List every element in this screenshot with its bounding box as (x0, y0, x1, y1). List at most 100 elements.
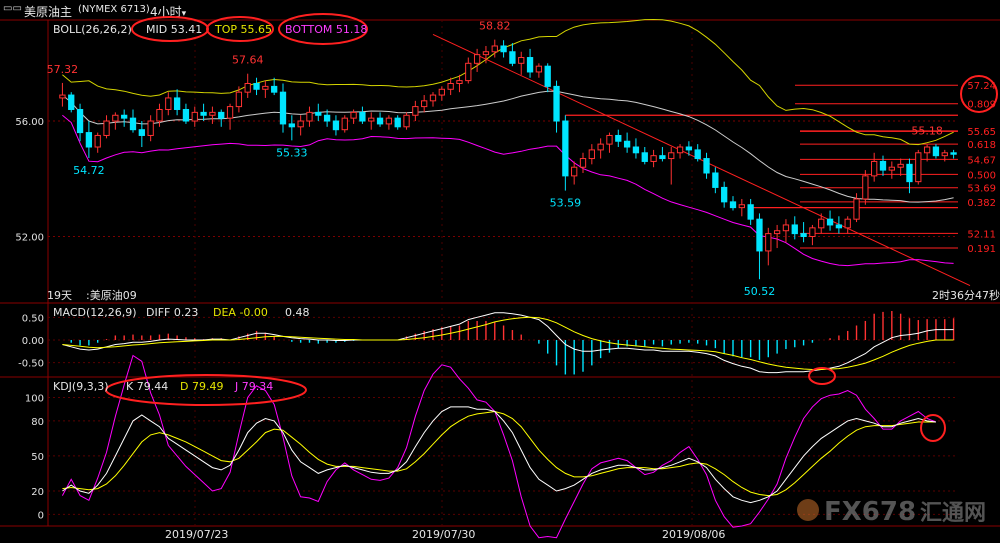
candle-body (535, 65, 543, 73)
candle-body (76, 108, 84, 134)
candle-body (897, 163, 904, 168)
candle-body (906, 163, 913, 183)
candle-body (932, 146, 940, 157)
candle-body (341, 117, 348, 131)
kdj-legend: KDJ(9,3,3) K 79.44 D 79.49 J 79.34 (53, 380, 273, 393)
candle-body (738, 204, 745, 209)
candle-body (121, 114, 128, 119)
kdj-tick-label: 80 (31, 417, 44, 428)
candle-body (606, 134, 613, 145)
candle-body (368, 117, 375, 122)
watermark-text-cn: 汇通网 (920, 501, 986, 526)
candle-body (279, 91, 287, 125)
candle-body (668, 152, 675, 160)
candle-body (491, 45, 498, 53)
watermark: FX678 汇通网 (797, 497, 986, 527)
macd-dea-line (62, 316, 954, 370)
candle-body (235, 91, 243, 108)
candle-body (165, 97, 172, 110)
boll-label: BOLL(26,26,2) (53, 23, 132, 36)
candle-body (756, 218, 763, 252)
candle-body (915, 152, 922, 183)
peak-label: 50.52 (744, 285, 776, 298)
candle-body (641, 152, 648, 162)
candle-body (765, 233, 772, 252)
candle-body (173, 97, 181, 110)
peak-label: 57.64 (232, 54, 264, 67)
candle-body (729, 201, 737, 209)
fib-level-label: 0.500 (967, 170, 996, 181)
peak-label: 55.33 (276, 146, 308, 159)
candle-body (871, 160, 878, 177)
candle-body (888, 166, 895, 171)
macd-legend: MACD(12,26,9) DIFF 0.23 DEA -0.00 0.48 (53, 306, 310, 319)
candle-body (94, 134, 101, 148)
kdj-j: J 79.34 (234, 380, 273, 393)
peak-label: 54.72 (73, 164, 105, 177)
boll-bottom-line (62, 114, 954, 267)
candle-body (835, 224, 843, 229)
candle-body (509, 51, 516, 64)
contract-label: :美原油09 (86, 288, 137, 302)
date-label-2: 2019/07/30 (412, 528, 475, 541)
candle-body (553, 85, 560, 122)
candle-body (826, 218, 834, 226)
candle-body (862, 175, 869, 200)
trend-line (432, 33, 971, 287)
candle-body (85, 132, 93, 148)
candle-body (923, 146, 931, 154)
candle-body (244, 83, 251, 93)
boll-top: TOP 55.65 (214, 23, 272, 36)
fib-levels: 57.24 0.809 55.65 0.618 54.67 0.500 53.69 0.382… (432, 33, 996, 287)
fib-level-label: 0.618 (967, 140, 996, 151)
candle-body (659, 155, 666, 160)
candle-body (59, 94, 66, 99)
date-label-1: 2019/07/23 (165, 528, 228, 541)
candle-body (103, 120, 110, 136)
macd-diff-line (62, 312, 954, 374)
candle-body (226, 106, 234, 119)
boll-mid: MID 53.41 (146, 23, 202, 36)
candle-body (200, 111, 207, 116)
candle-body (950, 152, 957, 155)
macd-dea: DEA -0.00 (213, 306, 268, 319)
candle-body (800, 233, 807, 237)
candle-body (685, 146, 693, 151)
candle-body (421, 100, 428, 108)
candle-body (359, 111, 366, 122)
candle-body (526, 57, 534, 73)
candle-body (209, 111, 216, 116)
candle-body (218, 111, 225, 119)
macd-panel (62, 310, 955, 375)
candle-body (306, 111, 313, 122)
kdj-tick-label: 50 (31, 452, 44, 463)
kdj-k: K 79.44 (126, 380, 168, 393)
candle-body (147, 120, 154, 136)
candle-body (138, 129, 145, 136)
boll-bands (62, 18, 954, 267)
fib-level-label: 0.191 (967, 244, 996, 255)
kdj-d: D 79.49 (180, 380, 223, 393)
candle-body (879, 160, 887, 171)
candle-body (385, 117, 393, 125)
candle-body (579, 158, 587, 168)
candle-body (332, 120, 340, 131)
countdown-label: 2时36分47秒 (932, 288, 1000, 302)
candle-body (482, 51, 490, 56)
candle-body (650, 155, 657, 162)
candle-body (597, 143, 604, 151)
candle-body (156, 108, 163, 122)
candle-body (694, 149, 701, 160)
macd-value: 0.48 (285, 306, 310, 319)
candle-body (447, 83, 454, 90)
candle-body (412, 106, 419, 116)
fib-level-label: 52.11 (967, 229, 996, 240)
candle-body (323, 114, 331, 122)
candle-body (791, 224, 798, 235)
macd-label: MACD(12,26,9) (53, 306, 137, 319)
chart-canvas[interactable]: 57.240.80955.650.61854.670.50053.690.382… (0, 0, 1000, 543)
price-tick-label: 52.00 (15, 232, 44, 243)
peak-label: 55.18 (911, 125, 943, 138)
fib-level-label: 54.67 (967, 155, 996, 166)
peak-label: 53.59 (550, 197, 582, 210)
